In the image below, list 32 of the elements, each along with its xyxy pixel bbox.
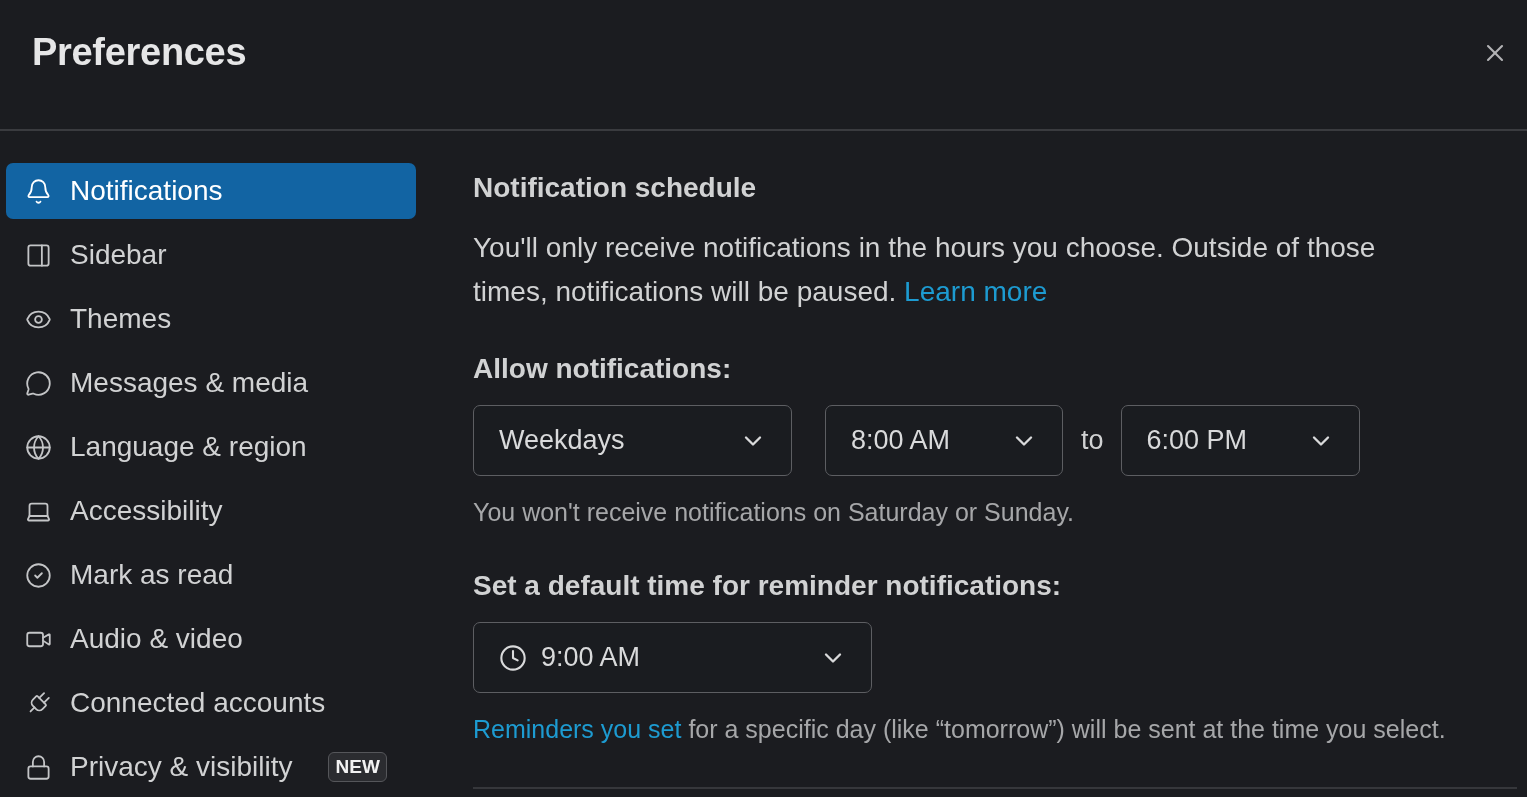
lock-icon: [25, 753, 52, 781]
sidebar-panel-icon: [25, 241, 52, 269]
sidebar-item[interactable]: Connected accounts: [6, 675, 416, 731]
reminder-time-dropdown[interactable]: 9:00 AM: [473, 622, 872, 693]
section-title: Notification schedule: [473, 171, 758, 205]
sidebar-item[interactable]: Audio & video: [6, 611, 416, 667]
learn-more-link[interactable]: Learn more: [904, 276, 1048, 307]
reminder-note-text: Reminders you set for a specific day (like “tomorrow”) will be sent at the time you select.: [473, 714, 1447, 745]
description-text: You'll only receive notifications in the hours you choose. Outside of those times, notifications will be paused. Learn more: [473, 231, 1377, 309]
sidebar-item[interactable]: Sidebar: [6, 227, 416, 283]
window-title: Preferences: [32, 31, 247, 74]
sidebar-item[interactable]: Privacy & visibility NEW: [6, 739, 416, 795]
feature-badge: NEW: [328, 752, 387, 782]
sidebar-item[interactable]: Messages & media: [6, 355, 416, 411]
sidebar-item[interactable]: Mark as read: [6, 547, 416, 603]
field-label: Set a default time for reminder notifications:: [473, 569, 1063, 603]
sidebar-item[interactable]: Language & region: [6, 419, 416, 475]
reminders-link[interactable]: Reminders you set: [473, 715, 682, 743]
field-label: Allow notifications:: [473, 352, 733, 386]
end-time-dropdown[interactable]: 6:00 PM: [1120, 405, 1360, 476]
chat-bubble-icon: [25, 369, 52, 397]
bell-icon: [25, 177, 52, 205]
sidebar-item[interactable]: Accessibility: [6, 483, 416, 539]
start-time-dropdown[interactable]: 8:00 AM: [825, 405, 1063, 476]
days-dropdown[interactable]: Weekdays: [473, 405, 792, 476]
hint-text: You won't receive notifications on Saturday or Sunday.: [473, 497, 1075, 528]
clock-icon: [499, 643, 527, 672]
sidebar-item[interactable]: Notifications: [6, 163, 416, 219]
range-separator-text: to: [1081, 425, 1104, 456]
check-circle-icon: [25, 561, 52, 589]
globe-icon: [25, 433, 52, 461]
sidebar-item[interactable]: Themes: [6, 291, 416, 347]
